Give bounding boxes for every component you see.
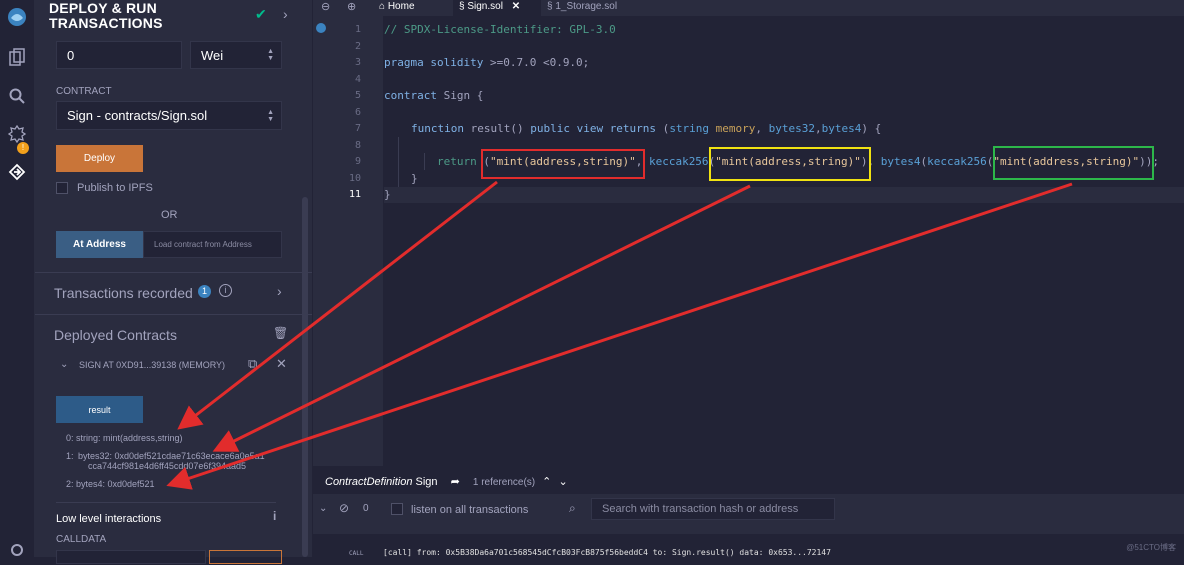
arrow-bytes4 <box>166 182 1073 490</box>
annotation-arrows <box>166 180 1073 490</box>
